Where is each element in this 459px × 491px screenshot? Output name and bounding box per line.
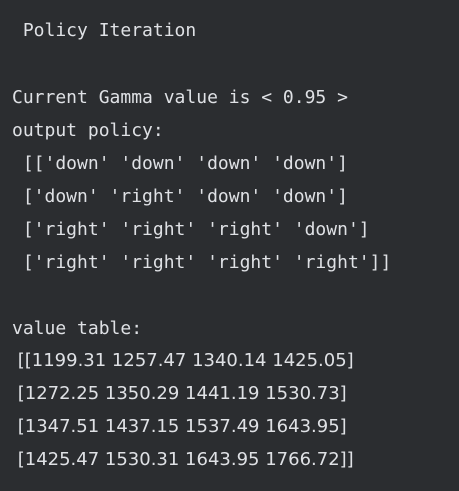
value-row: [1425.47 1530.31 1643.95 1766.72]] — [12, 449, 354, 470]
value-row: [1272.25 1350.29 1441.19 1530.73] — [12, 383, 347, 404]
policy-row: ['right' 'right' 'right' 'down'] — [12, 219, 370, 240]
gamma-line: Current Gamma value is < 0.95 > — [12, 87, 348, 108]
heading-text: Policy Iteration — [12, 20, 197, 41]
policy-row: [['down' 'down' 'down' 'down'] — [12, 153, 348, 174]
policy-label: output policy: — [12, 120, 164, 141]
value-row: [[1199.31 1257.47 1340.14 1425.05] — [12, 350, 354, 371]
value-row: [1347.51 1437.15 1537.49 1643.95] — [12, 416, 347, 437]
console-output: Policy Iteration Current Gamma value is … — [0, 0, 459, 491]
policy-row: ['right' 'right' 'right' 'right']] — [12, 252, 392, 273]
value-label: value table: — [12, 318, 143, 339]
policy-row: ['down' 'right' 'down' 'down'] — [12, 186, 348, 207]
